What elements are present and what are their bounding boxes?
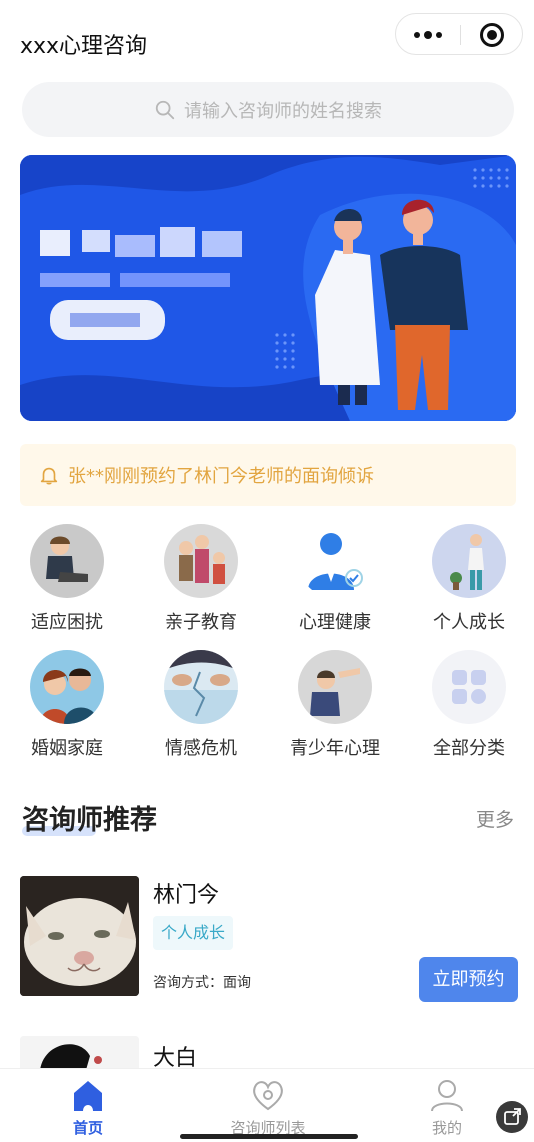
category-adaptation[interactable]: 适应困扰	[7, 524, 127, 634]
close-miniprogram-icon[interactable]	[480, 23, 504, 47]
app-title: xxx心理咨询	[20, 34, 148, 59]
home-icon	[74, 1081, 102, 1111]
teen-icon	[298, 650, 372, 724]
user-icon	[431, 1080, 463, 1112]
category-label: 亲子教育	[165, 612, 237, 633]
more-menu-icon[interactable]	[396, 14, 460, 56]
promo-banner[interactable]	[20, 155, 516, 421]
tab-home[interactable]: 首页	[28, 1075, 148, 1138]
category-label: 全部分类	[433, 738, 505, 759]
share-float-button[interactable]	[496, 1101, 528, 1133]
couple-icon	[30, 650, 104, 724]
grid-icon	[432, 650, 506, 724]
counselor-photo[interactable]	[20, 1036, 139, 1070]
section-title: 咨询师推荐	[22, 805, 157, 836]
search-icon	[155, 100, 175, 119]
book-now-button[interactable]: 立即预约	[419, 957, 518, 1002]
tab-label: 首页	[72, 1119, 103, 1137]
category-mental-health[interactable]: 心理健康	[275, 524, 395, 634]
tab-counselor-list[interactable]: 咨询师列表	[208, 1075, 328, 1138]
doctor-icon	[298, 524, 372, 598]
home-indicator	[180, 1134, 358, 1139]
category-label: 情感危机	[165, 738, 237, 759]
header: xxx心理咨询	[0, 0, 534, 80]
tab-mine[interactable]: 我的	[387, 1075, 507, 1138]
category-label: 个人成长	[433, 612, 505, 633]
standing-person-icon	[432, 524, 506, 598]
counselor-photo[interactable]	[20, 876, 139, 996]
category-parenting[interactable]: 亲子教育	[141, 524, 261, 634]
category-label: 婚姻家庭	[31, 738, 103, 759]
category-label: 心理健康	[299, 612, 371, 633]
mini-program-capsule	[395, 13, 523, 55]
family-icon	[164, 524, 238, 598]
consult-method: 咨询方式：面询	[153, 975, 251, 991]
category-teen-psychology[interactable]: 青少年心理	[275, 650, 395, 760]
search-placeholder: 请输入咨询师的姓名搜索	[184, 100, 382, 122]
capsule-divider	[460, 25, 461, 45]
tab-label: 我的	[431, 1119, 462, 1137]
category-personal-growth[interactable]: 个人成长	[409, 524, 529, 634]
category-marriage[interactable]: 婚姻家庭	[7, 650, 127, 760]
banner-illustration	[20, 155, 516, 421]
broken-ice-icon	[164, 650, 238, 724]
booking-notice[interactable]: 张**刚刚预约了林门今老师的面询倾诉	[20, 444, 516, 506]
notice-text: 张**刚刚预约了林门今老师的面询倾诉	[68, 466, 374, 487]
category-all[interactable]: 全部分类	[409, 650, 529, 760]
sitting-person-icon	[30, 524, 104, 598]
bell-icon	[40, 467, 58, 485]
counselor-name: 林门今	[153, 883, 220, 908]
category-emotional-crisis[interactable]: 情感危机	[141, 650, 261, 760]
category-label: 适应困扰	[31, 612, 103, 633]
tab-bar: 首页 咨询师列表 我的	[0, 1068, 534, 1142]
counselor-tag: 个人成长	[153, 916, 234, 950]
stethoscope-heart-icon	[253, 1081, 283, 1111]
category-label: 青少年心理	[290, 738, 380, 759]
search-bar[interactable]: 请输入咨询师的姓名搜索	[22, 82, 514, 137]
more-link[interactable]: 更多	[476, 805, 514, 832]
share-icon	[504, 1108, 521, 1125]
